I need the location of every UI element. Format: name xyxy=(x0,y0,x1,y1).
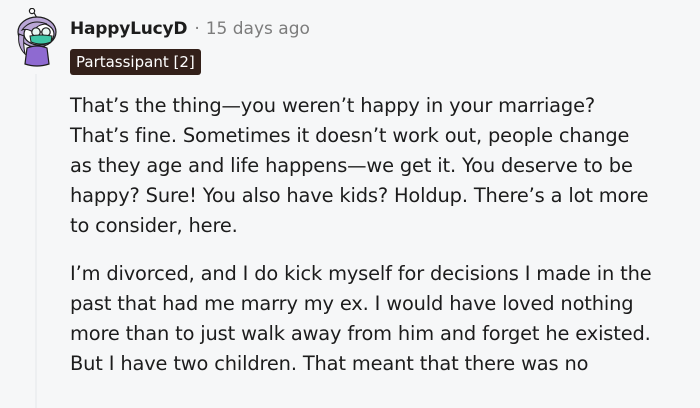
text-line: happy? Sure! You also have kids? Holdup.… xyxy=(70,184,649,207)
thread-collapse-line[interactable] xyxy=(35,74,37,408)
text-line: past that had me marry my ex. I would ha… xyxy=(70,292,634,315)
comment-timestamp[interactable]: 15 days ago xyxy=(206,19,310,39)
comment-paragraph: I’m divorced, and I do kick myself for d… xyxy=(70,259,700,379)
meta-separator: · xyxy=(194,19,200,39)
snoo-avatar-icon xyxy=(17,7,57,67)
comment: HappyLucyD · 15 days ago Partassipant [2… xyxy=(0,0,700,408)
username-link[interactable]: HappyLucyD xyxy=(70,19,188,39)
user-flair-badge[interactable]: Partassipant [2] xyxy=(70,49,201,75)
comment-paragraph: That’s the thing—you weren’t happy in yo… xyxy=(70,91,700,241)
text-line: as they age and life happens—we get it. … xyxy=(70,154,633,177)
text-line: I’m divorced, and I do kick myself for d… xyxy=(70,262,652,285)
comment-meta: HappyLucyD · 15 days ago xyxy=(70,15,310,43)
text-line: But I have two children. That meant that… xyxy=(70,352,589,375)
text-line: more than to just walk away from him and… xyxy=(70,322,651,345)
text-line: to consider, here. xyxy=(70,214,238,237)
text-line: That’s fine. Sometimes it doesn’t work o… xyxy=(70,124,630,147)
avatar[interactable] xyxy=(13,7,59,68)
comment-body: That’s the thing—you weren’t happy in yo… xyxy=(70,91,700,397)
text-line: That’s the thing—you weren’t happy in yo… xyxy=(70,94,595,117)
